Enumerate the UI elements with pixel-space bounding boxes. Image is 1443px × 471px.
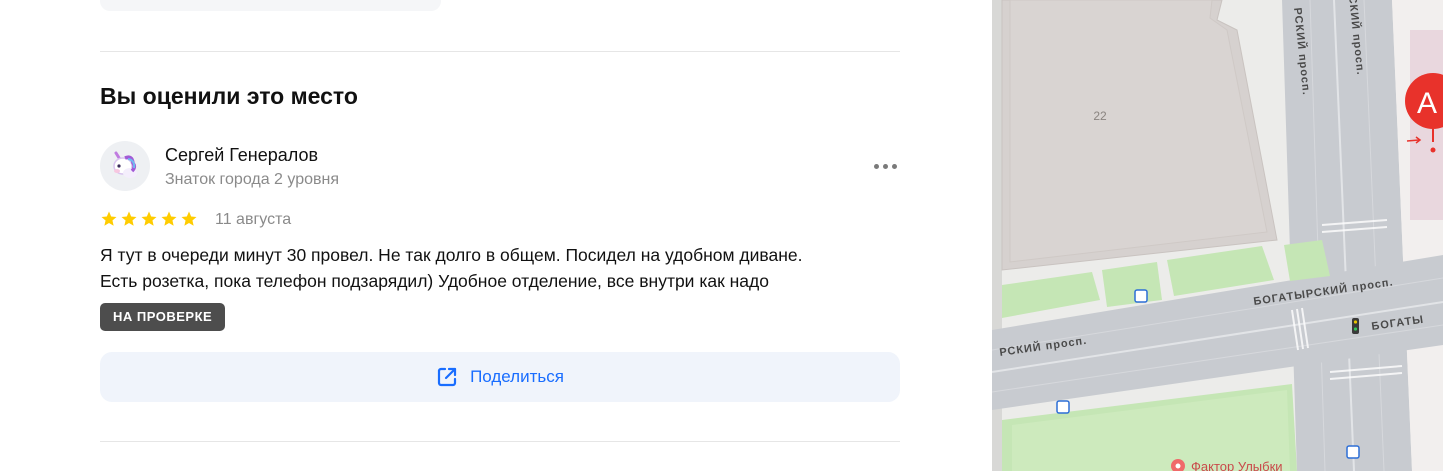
author-level: Знаток города 2 уровня xyxy=(165,171,340,188)
divider xyxy=(100,51,900,52)
traffic-light-icon xyxy=(1352,318,1359,334)
author-name[interactable]: Сергей Генералов xyxy=(165,145,318,166)
more-options-button[interactable] xyxy=(869,157,901,175)
share-label: Поделиться xyxy=(470,367,564,386)
external-share-icon xyxy=(437,367,457,387)
poi-label: Фактор Улыбки xyxy=(1191,459,1283,471)
previous-card xyxy=(100,0,441,11)
place-panel: Вы оценили это место Сергей Генералов Зн… xyxy=(0,0,992,471)
unicorn-icon xyxy=(113,151,137,178)
review-text-line: Есть розетка, пока телефон подзарядил) У… xyxy=(100,271,769,291)
star-icon xyxy=(141,211,157,226)
review-date: 11 августа xyxy=(215,211,292,228)
star-icon xyxy=(181,211,197,226)
rating-stars xyxy=(100,210,198,228)
section-title: Вы оценили это место xyxy=(100,83,358,109)
status-badge: НА ПРОВЕРКЕ xyxy=(100,303,226,331)
review-text-line: Я тут в очереди минут 30 провел. Не так … xyxy=(100,245,803,265)
marker-letter: А xyxy=(1417,87,1437,120)
building-number: 22 xyxy=(1093,109,1107,123)
map-view[interactable]: 22 РСКИЙ просп. СКИЙ просп. БОГАТЫРСКИЙ … xyxy=(992,0,1443,471)
star-icon xyxy=(161,211,177,226)
transit-stop-icon xyxy=(1056,400,1070,414)
star-icon xyxy=(101,211,117,226)
avatar[interactable] xyxy=(100,141,150,191)
more-dots-icon xyxy=(873,163,879,169)
share-button[interactable]: Поделиться xyxy=(100,352,900,402)
transit-stop-icon xyxy=(1134,289,1148,303)
star-icon xyxy=(121,211,137,226)
review-text: Я тут в очереди минут 30 провел. Не так … xyxy=(100,242,920,294)
divider xyxy=(100,441,900,442)
transit-stop-icon xyxy=(1346,445,1360,459)
